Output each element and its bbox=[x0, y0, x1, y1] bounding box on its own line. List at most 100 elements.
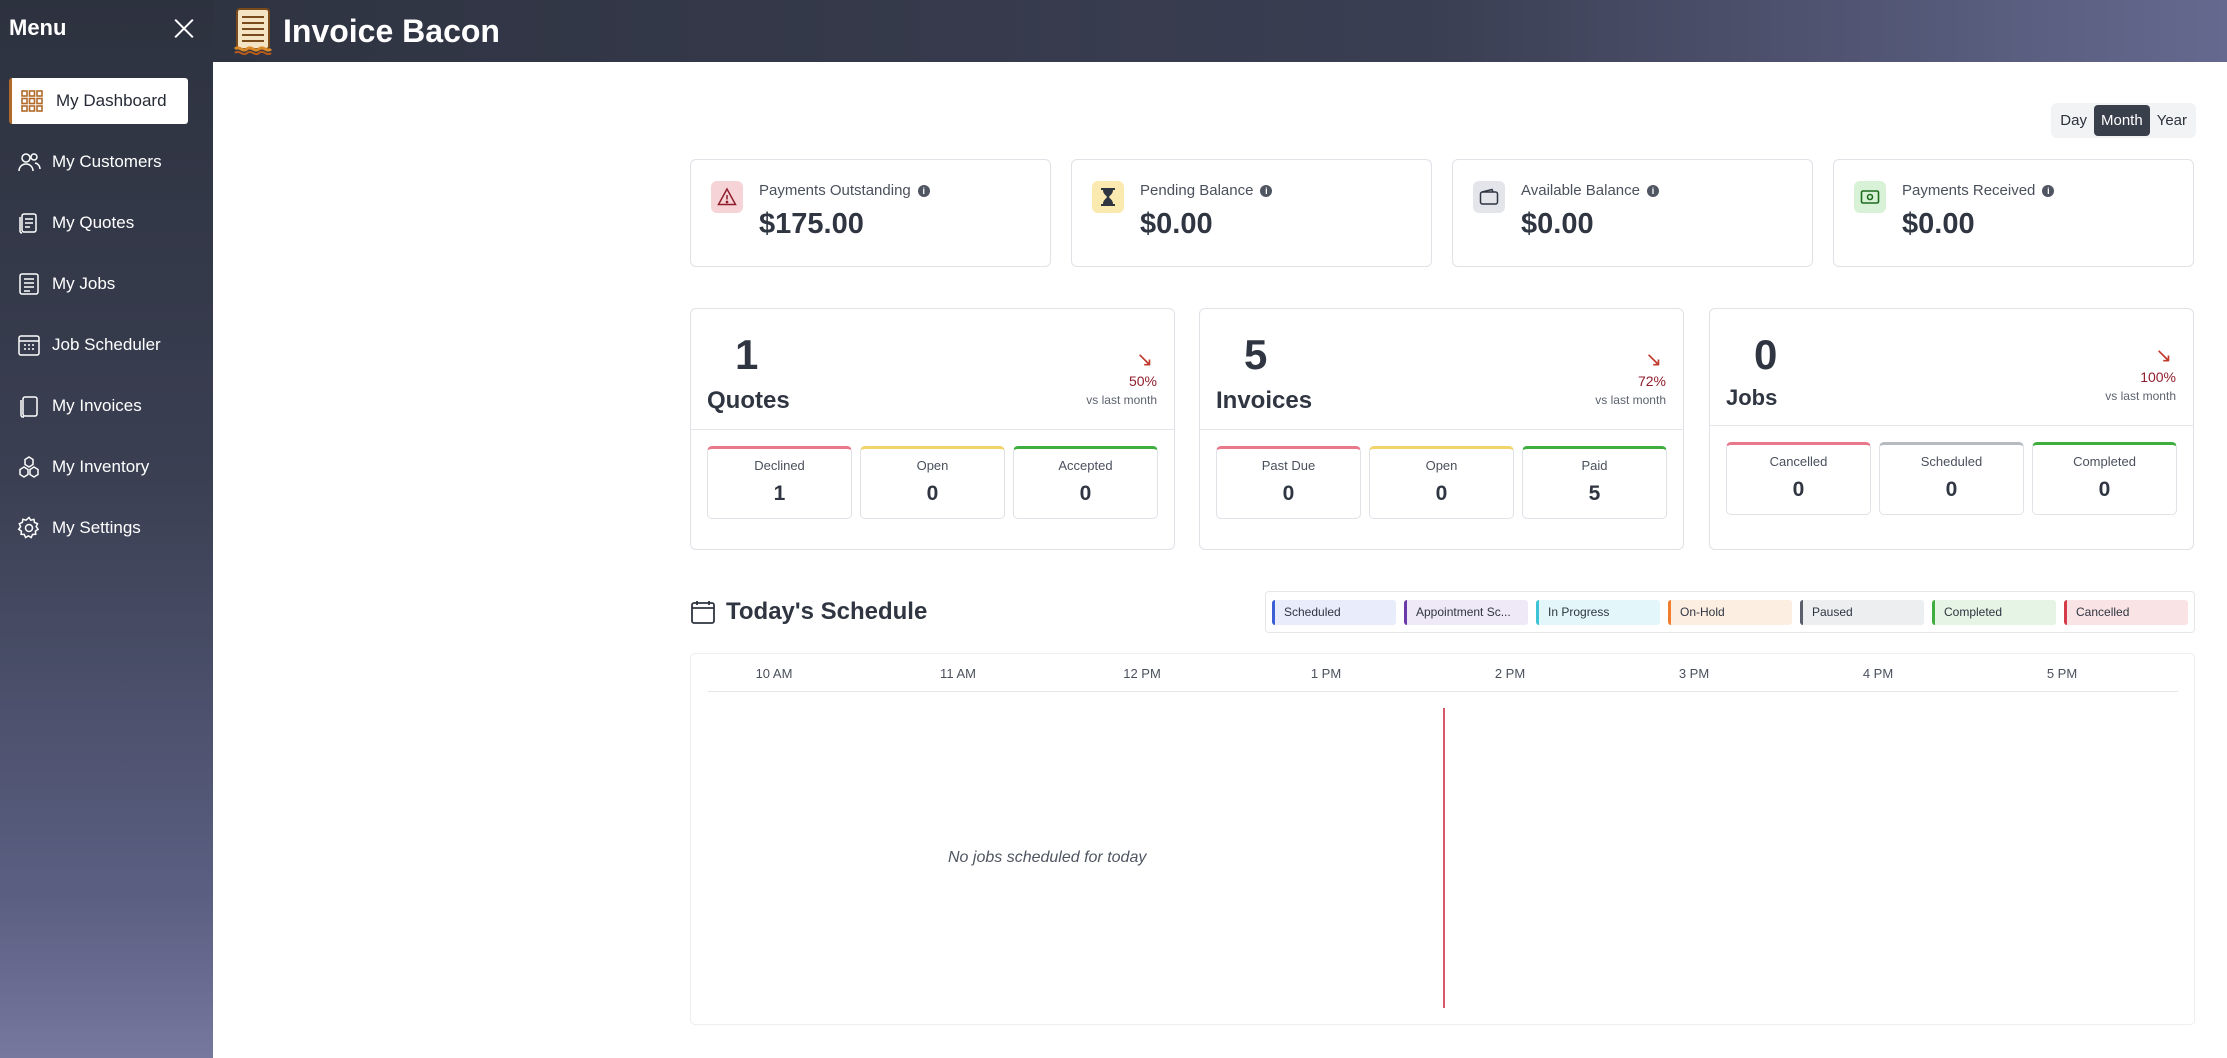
brand-name: Invoice Bacon bbox=[283, 12, 500, 49]
status-value: 0 bbox=[1945, 478, 1958, 501]
status-value: 0 bbox=[1435, 482, 1448, 505]
calendar-icon bbox=[18, 335, 40, 356]
trend-indicator: ↘ 50% vs last month bbox=[1086, 350, 1157, 407]
time-tick: 12 PM bbox=[1123, 666, 1161, 681]
status-box-past-due[interactable]: Past Due 0 bbox=[1216, 446, 1361, 519]
time-tick: 3 PM bbox=[1678, 666, 1710, 681]
legend-scheduled: Scheduled bbox=[1272, 599, 1396, 625]
sidebar-item-invoices[interactable]: My Invoices bbox=[9, 383, 188, 429]
range-month-button[interactable]: Month bbox=[2093, 105, 2150, 136]
sidebar-item-dashboard[interactable]: My Dashboard bbox=[9, 78, 188, 124]
invoices-stat-card[interactable]: 5 Invoices ↘ 72% vs last month Past Due … bbox=[1199, 308, 1684, 550]
info-icon[interactable]: i bbox=[2042, 184, 2055, 197]
schedule-timeline-panel[interactable]: 10 AM 11 AM 12 PM 1 PM 2 PM 3 PM 4 PM 5 … bbox=[690, 653, 2195, 1025]
sidebar-item-settings[interactable]: My Settings bbox=[9, 505, 188, 551]
balance-label-text: Payments Outstanding bbox=[759, 182, 911, 199]
sidebar-item-quotes[interactable]: My Quotes bbox=[9, 200, 188, 246]
quotes-stat-card[interactable]: 1 Quotes ↘ 50% vs last month Declined 1 … bbox=[690, 308, 1175, 550]
status-label: Completed bbox=[2073, 454, 2136, 469]
balance-value: $0.00 bbox=[1521, 208, 1594, 240]
status-value: 0 bbox=[1792, 478, 1805, 501]
status-box-open[interactable]: Open 0 bbox=[860, 446, 1005, 519]
payments-outstanding-card: Payments Outstanding i $175.00 bbox=[690, 159, 1051, 267]
status-box-scheduled[interactable]: Scheduled 0 bbox=[1879, 442, 2024, 515]
balance-value: $175.00 bbox=[759, 208, 864, 240]
sidebar-item-label: My Customers bbox=[52, 152, 162, 171]
cash-icon bbox=[1854, 181, 1886, 213]
job-status-row: Cancelled 0 Scheduled 0 Completed 0 bbox=[1726, 442, 2177, 515]
top-bar: Invoice Bacon bbox=[213, 0, 2227, 62]
pending-balance-card: Pending Balance i $0.00 bbox=[1071, 159, 1432, 267]
sidebar-item-jobs[interactable]: My Jobs bbox=[9, 261, 188, 307]
sidebar-header: Menu bbox=[0, 0, 213, 56]
status-label: Past Due bbox=[1261, 458, 1316, 473]
status-label: Declined bbox=[754, 458, 805, 473]
users-icon bbox=[18, 153, 41, 172]
status-label: Open bbox=[1425, 458, 1458, 473]
status-box-accepted[interactable]: Accepted 0 bbox=[1013, 446, 1158, 519]
time-tick: 10 AM bbox=[755, 666, 793, 681]
status-box-cancelled[interactable]: Cancelled 0 bbox=[1726, 442, 1871, 515]
time-tick: 4 PM bbox=[1862, 666, 1894, 681]
quotes-icon bbox=[19, 213, 37, 234]
balance-label: Pending Balance i bbox=[1140, 182, 1273, 199]
status-label: Scheduled bbox=[1920, 454, 1983, 469]
balance-label-text: Available Balance bbox=[1521, 182, 1640, 199]
trend-percent: 100% bbox=[2140, 369, 2176, 385]
status-label: Accepted bbox=[1058, 458, 1113, 473]
sidebar-item-label: My Settings bbox=[52, 518, 141, 537]
balance-label: Available Balance i bbox=[1521, 182, 1659, 199]
close-icon[interactable] bbox=[173, 17, 195, 39]
sidebar-item-label: My Inventory bbox=[52, 457, 150, 476]
sidebar-item-label: My Invoices bbox=[52, 396, 142, 415]
wallet-icon bbox=[1473, 181, 1505, 213]
inventory-icon bbox=[19, 456, 39, 478]
status-value: 0 bbox=[2098, 478, 2111, 501]
invoice-status-row: Past Due 0 Open 0 Paid 5 bbox=[1216, 446, 1667, 519]
sidebar-item-label: Job Scheduler bbox=[52, 335, 161, 354]
range-year-button[interactable]: Year bbox=[2150, 105, 2194, 136]
sidebar-item-job-scheduler[interactable]: Job Scheduler bbox=[9, 322, 188, 368]
legend-on-hold: On-Hold bbox=[1668, 599, 1792, 625]
balance-label-text: Pending Balance bbox=[1140, 182, 1254, 199]
stat-count: 1 bbox=[735, 331, 759, 378]
status-value: 0 bbox=[1079, 482, 1092, 505]
quote-status-row: Declined 1 Open 0 Accepted 0 bbox=[707, 446, 1158, 519]
trend-indicator: ↘ 72% vs last month bbox=[1595, 349, 1666, 407]
sidebar-item-label: My Quotes bbox=[52, 213, 135, 232]
gear-icon bbox=[17, 516, 40, 539]
trend-caption: vs last month bbox=[1086, 393, 1157, 407]
status-box-declined[interactable]: Declined 1 bbox=[707, 446, 852, 519]
grid-icon bbox=[21, 90, 43, 112]
sidebar-title: Menu bbox=[9, 15, 67, 40]
status-box-open[interactable]: Open 0 bbox=[1369, 446, 1514, 519]
trend-indicator: ↘ 100% vs last month bbox=[2105, 345, 2176, 403]
status-box-paid[interactable]: Paid 5 bbox=[1522, 446, 1667, 519]
info-icon[interactable]: i bbox=[917, 184, 930, 197]
status-value: 1 bbox=[773, 482, 786, 505]
range-day-button[interactable]: Day bbox=[2053, 105, 2094, 136]
sidebar-item-customers[interactable]: My Customers bbox=[9, 139, 188, 185]
status-box-completed[interactable]: Completed 0 bbox=[2032, 442, 2177, 515]
stat-title: Jobs bbox=[1726, 385, 1778, 410]
calendar-icon bbox=[691, 601, 715, 624]
info-icon[interactable]: i bbox=[1646, 184, 1659, 197]
trend-down-icon: ↘ bbox=[2155, 345, 2172, 367]
info-icon[interactable]: i bbox=[1260, 184, 1273, 197]
jobs-stat-card[interactable]: 0 Jobs ↘ 100% vs last month Cancelled 0 … bbox=[1709, 308, 2194, 550]
status-value: 5 bbox=[1588, 482, 1601, 505]
stat-title: Invoices bbox=[1216, 387, 1313, 414]
time-tick: 11 AM bbox=[940, 666, 976, 681]
legend-in-progress: In Progress bbox=[1536, 599, 1660, 625]
status-label: Open bbox=[916, 458, 949, 473]
stat-title: Quotes bbox=[707, 387, 790, 414]
trend-caption: vs last month bbox=[2105, 389, 2176, 403]
balance-value: $0.00 bbox=[1140, 208, 1213, 240]
divider bbox=[1200, 429, 1683, 430]
status-value: 0 bbox=[926, 482, 939, 505]
sidebar-item-inventory[interactable]: My Inventory bbox=[9, 444, 188, 490]
time-tick: 5 PM bbox=[2046, 666, 2078, 681]
current-time-indicator bbox=[1443, 708, 1445, 1008]
divider bbox=[1710, 425, 2193, 426]
trend-down-icon: ↘ bbox=[1645, 349, 1662, 371]
